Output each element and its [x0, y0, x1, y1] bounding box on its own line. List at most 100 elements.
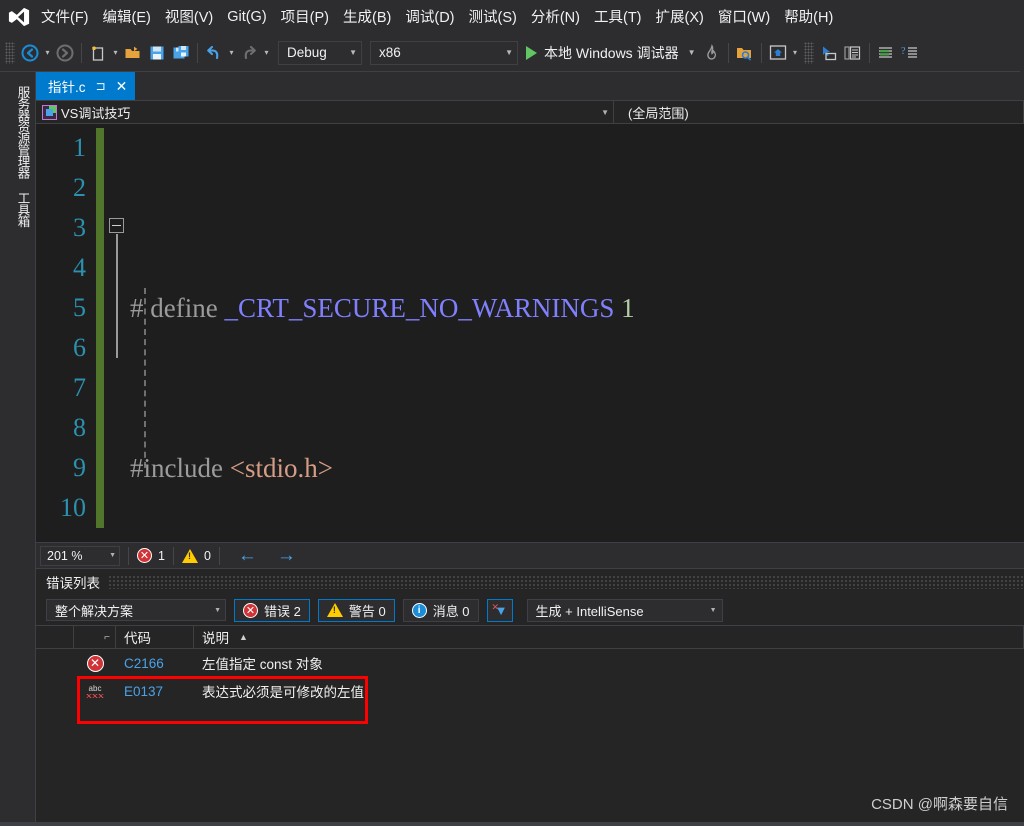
toolbar-divider	[81, 42, 82, 63]
warnings-filter-label: 警告 0	[348, 603, 386, 619]
editor-navigation-bar: VS调试技巧 ▼ (全局范围)	[36, 100, 1024, 124]
redo-dropdown-icon[interactable]: ▾	[261, 41, 272, 65]
status-divider	[218, 546, 220, 565]
hot-reload-icon[interactable]	[700, 41, 724, 65]
toolbar-grip[interactable]	[803, 41, 814, 64]
build-intellisense-combo[interactable]: 生成 + IntelliSense ▼	[526, 598, 723, 622]
solution-configuration-combo[interactable]: Debug ▼	[278, 40, 362, 65]
error-list-title: 错误列表	[46, 576, 100, 591]
warnings-filter-button[interactable]: 警告 0	[317, 598, 395, 622]
pointer-window-icon[interactable]	[817, 41, 841, 65]
list-help-icon[interactable]: ?	[898, 41, 922, 65]
arrow-left-icon[interactable]: ←	[228, 545, 267, 567]
code-line-1[interactable]: # define _CRT_SECURE_NO_WARNINGS 1	[130, 288, 1024, 328]
navigate-back-icon[interactable]	[18, 41, 42, 65]
error-icon: ✕	[74, 654, 116, 672]
table-row[interactable]: abc E0137 表达式必须是可修改的左值	[36, 677, 1024, 705]
menu-item-window[interactable]: 窗口(W)	[711, 1, 777, 32]
chevron-down-icon: ▼	[601, 107, 609, 117]
errors-filter-button[interactable]: ✕ 错误 2	[234, 598, 310, 622]
code-editor[interactable]: 1 2 3 4 5 6 7 8 9 10 # define _CRT_SECUR…	[36, 124, 1024, 542]
error-code[interactable]: E0137	[116, 684, 194, 699]
messages-filter-button[interactable]: i 消息 0	[402, 598, 479, 622]
new-item-icon[interactable]	[86, 41, 110, 65]
error-scope-combo[interactable]: 整个解决方案 ▼	[46, 599, 226, 621]
undo-icon[interactable]	[202, 41, 226, 65]
member-scope-combo[interactable]: (全局范围)	[614, 101, 1024, 123]
error-icon: ✕	[137, 548, 152, 563]
undo-dropdown-icon[interactable]: ▾	[226, 41, 237, 65]
editor-warning-count[interactable]: 0	[181, 548, 211, 563]
error-description: 左值指定 const 对象	[202, 657, 323, 672]
home-window-icon[interactable]	[766, 41, 790, 65]
menu-item-test[interactable]: 测试(S)	[462, 1, 524, 32]
panel-grip[interactable]	[108, 575, 1024, 589]
menu-item-help[interactable]: 帮助(H)	[777, 1, 840, 32]
search-in-folder-icon[interactable]	[733, 41, 757, 65]
menu-item-view[interactable]: 视图(V)	[158, 1, 220, 32]
menu-item-git[interactable]: Git(G)	[220, 4, 273, 30]
menu-item-tools[interactable]: 工具(T)	[587, 1, 649, 32]
open-folder-icon[interactable]	[121, 41, 145, 65]
arrow-right-icon[interactable]: →	[267, 545, 306, 567]
build-intellisense-value: 生成 + IntelliSense	[535, 603, 644, 619]
toolbar-grip[interactable]	[5, 41, 15, 64]
chevron-down-icon: ▼	[505, 48, 513, 57]
menu-item-project[interactable]: 项目(P)	[274, 1, 336, 32]
token-number: 1	[621, 293, 635, 323]
menu-item-file[interactable]: 文件(F)	[34, 1, 96, 32]
editor-error-count[interactable]: ✕ 1	[137, 548, 165, 563]
save-icon[interactable]	[145, 41, 169, 65]
line-number: 1	[73, 133, 86, 162]
menu-item-build[interactable]: 生成(B)	[336, 1, 398, 32]
collapse-region-icon[interactable]	[109, 218, 124, 233]
error-description: 表达式必须是可修改的左值	[202, 685, 364, 700]
document-tab-pointer-c[interactable]: 指针.c ⊐ ✕	[36, 72, 136, 100]
project-scope-combo[interactable]: VS调试技巧 ▼	[36, 101, 614, 123]
menu-item-extensions[interactable]: 扩展(X)	[649, 1, 711, 32]
pin-icon[interactable]: ⊐	[96, 79, 106, 93]
rail-tab-toolbox[interactable]: 工具箱	[7, 192, 30, 227]
column-header-blank[interactable]	[36, 625, 74, 649]
save-all-icon[interactable]	[169, 41, 193, 65]
token-macro-name: _CRT_SECURE_NO_WARNINGS	[224, 293, 615, 323]
menu-bar: 文件(F) 编辑(E) 视图(V) Git(G) 项目(P) 生成(B) 调试(…	[0, 0, 1024, 34]
column-header-description[interactable]: 说明 ▲	[194, 625, 1024, 649]
region-line	[116, 234, 118, 358]
svg-text:?: ?	[901, 46, 906, 57]
outlining-gutter[interactable]	[104, 124, 130, 542]
solution-platform-combo[interactable]: x86 ▼	[370, 40, 518, 65]
zoom-level-combo[interactable]: 201 % ▼	[40, 545, 120, 566]
navigate-forward-icon[interactable]	[53, 41, 77, 65]
toolbar-divider	[868, 42, 870, 63]
rail-tab-server-explorer[interactable]: 服务器资源管理器	[7, 86, 30, 178]
line-number: 5	[73, 293, 86, 322]
table-row[interactable]: ✕ C2166 左值指定 const 对象	[36, 649, 1024, 677]
line-number: 3	[73, 213, 86, 242]
token-header: <stdio.h>	[229, 453, 333, 483]
copy-window-icon[interactable]	[841, 41, 865, 65]
start-debugging-button[interactable]: 本地 Windows 调试器 ▼	[518, 40, 700, 66]
column-header-severity[interactable]: ⌐	[74, 625, 116, 649]
home-window-dropdown-icon[interactable]: ▾	[790, 41, 801, 65]
line-number: 7	[73, 373, 86, 402]
toolbar-overflow[interactable]	[1020, 34, 1024, 76]
error-code[interactable]: C2166	[116, 656, 194, 671]
new-item-dropdown-icon[interactable]: ▾	[110, 41, 121, 65]
left-dock-rail: 服务器资源管理器 工具箱	[0, 72, 36, 826]
close-icon[interactable]: ✕	[116, 78, 128, 95]
code-text[interactable]: # define _CRT_SECURE_NO_WARNINGS 1 #incl…	[130, 124, 1024, 542]
token-include: #include	[130, 453, 223, 483]
clear-filter-icon[interactable]: ✕ ▼	[486, 598, 513, 622]
standard-toolbar: ▾ ▾ ▾ ▾ Debug ▼ x86 ▼ 本地 Windows 调试器 ▼ ▾…	[0, 34, 1024, 76]
redo-icon[interactable]	[237, 41, 261, 65]
error-icon: ✕	[243, 602, 258, 618]
menu-item-analyze[interactable]: 分析(N)	[524, 1, 587, 32]
code-line-2[interactable]: #include <stdio.h>	[130, 448, 1024, 488]
menu-item-debug[interactable]: 调试(D)	[398, 1, 461, 32]
column-header-code[interactable]: 代码	[116, 625, 194, 649]
navigate-back-dropdown-icon[interactable]: ▾	[42, 41, 53, 65]
line-number: 2	[73, 173, 86, 202]
list-properties-icon[interactable]	[874, 41, 898, 65]
menu-item-edit[interactable]: 编辑(E)	[96, 1, 158, 32]
